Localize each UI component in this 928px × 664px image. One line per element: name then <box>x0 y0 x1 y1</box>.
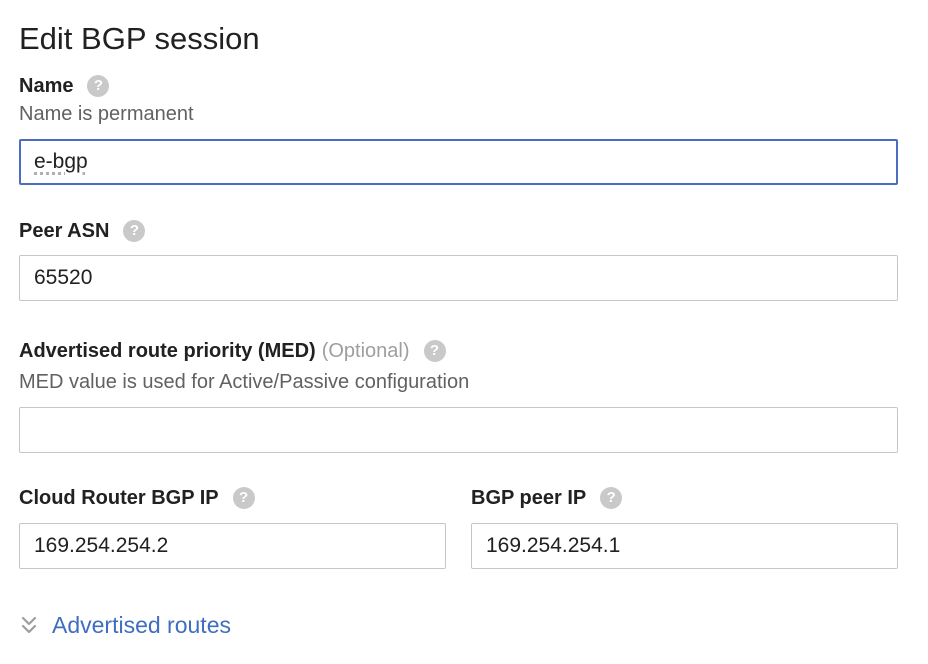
cloud-router-ip-input-value: 169.254.254.2 <box>34 534 169 557</box>
name-input[interactable]: e-bgp <box>19 139 898 185</box>
med-label: Advertised route priority (MED) <box>19 340 316 362</box>
peer-asn-input-value: 65520 <box>34 266 93 289</box>
chevron-double-down-icon <box>21 616 37 634</box>
help-circle-icon[interactable]: ? <box>423 340 446 362</box>
page-title: Edit BGP session <box>19 21 260 56</box>
name-label: Name <box>19 75 74 97</box>
med-input[interactable] <box>19 407 898 453</box>
cloud-router-ip-label-row: Cloud Router BGP IP ? <box>19 486 255 510</box>
med-hint: MED value is used for Active/Passive con… <box>19 371 470 393</box>
advertised-routes-link[interactable]: Advertised routes <box>52 610 231 640</box>
med-label-row: Advertised route priority (MED) (Optiona… <box>19 339 446 363</box>
bgp-peer-ip-input-value: 169.254.254.1 <box>486 534 621 557</box>
peer-asn-input[interactable]: 65520 <box>19 255 898 301</box>
optional-tag: (Optional) <box>321 340 410 362</box>
peer-asn-label: Peer ASN <box>19 220 110 242</box>
name-hint: Name is permanent <box>19 103 194 125</box>
help-circle-icon[interactable]: ? <box>123 220 146 242</box>
advertised-routes-toggle[interactable]: Advertised routes <box>19 610 231 640</box>
help-circle-icon[interactable]: ? <box>600 487 623 509</box>
bgp-peer-ip-label-row: BGP peer IP ? <box>471 486 623 510</box>
cloud-router-ip-label: Cloud Router BGP IP <box>19 487 219 509</box>
help-circle-icon[interactable]: ? <box>87 75 110 97</box>
name-input-value: e-bgp <box>34 150 88 173</box>
peer-asn-label-row: Peer ASN ? <box>19 219 146 243</box>
bgp-peer-ip-label: BGP peer IP <box>471 487 587 509</box>
cloud-router-ip-input[interactable]: 169.254.254.2 <box>19 523 446 569</box>
name-label-row: Name ? <box>19 74 110 98</box>
bgp-peer-ip-input[interactable]: 169.254.254.1 <box>471 523 898 569</box>
help-circle-icon[interactable]: ? <box>232 487 255 509</box>
